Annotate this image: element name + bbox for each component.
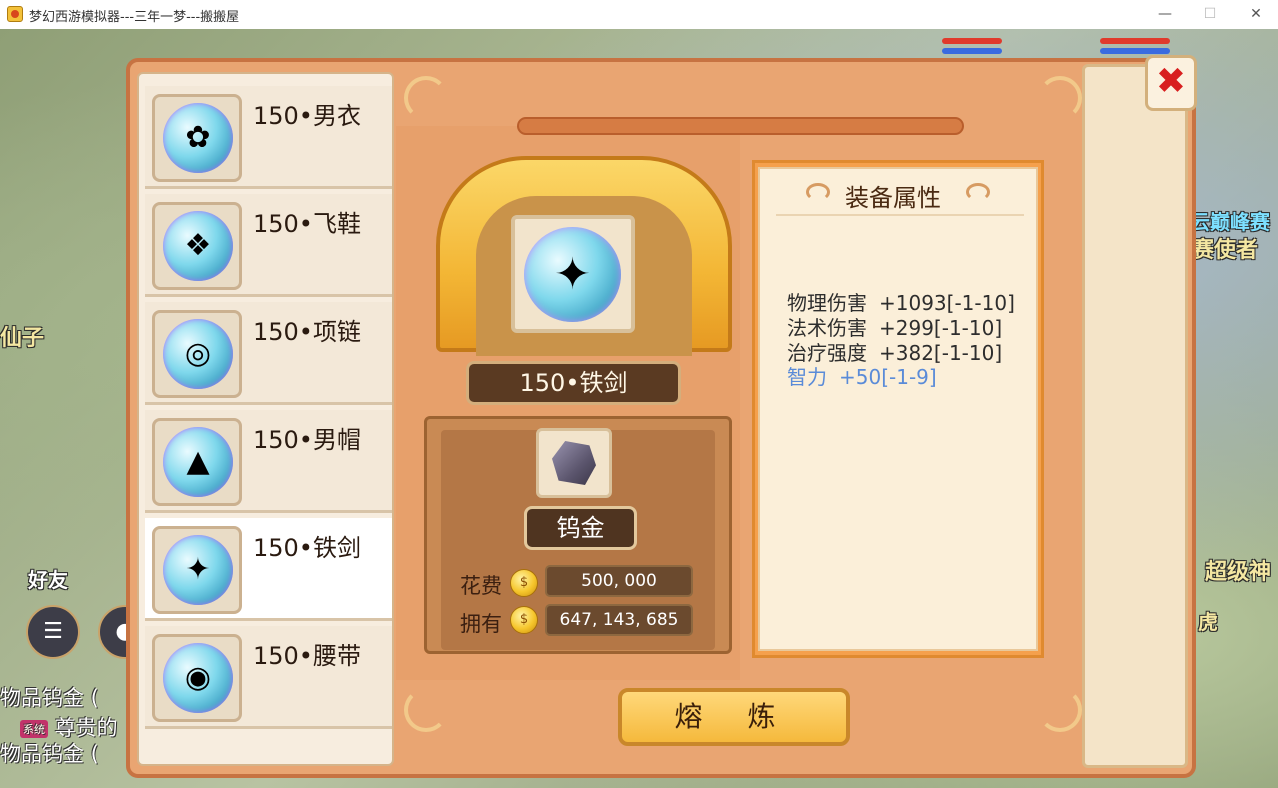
- armor-icon: ✿: [163, 103, 233, 173]
- item-slot: ✦: [152, 526, 242, 614]
- sword-icon: ✦: [524, 227, 621, 322]
- npc-label: 赛使者: [1192, 238, 1259, 263]
- sword-icon: ✦: [163, 535, 233, 605]
- list-item[interactable]: ▲ 150•男帽: [145, 410, 392, 513]
- selected-item-slot[interactable]: ✦: [511, 215, 635, 333]
- swirl-ornament: [806, 183, 830, 201]
- list-item[interactable]: ◉ 150•腰带: [145, 626, 392, 729]
- panel-ornament: [404, 688, 448, 732]
- owned-label: 拥有: [460, 612, 502, 636]
- cost-label: 花费: [460, 574, 502, 598]
- owned-value: 647, 143, 685: [545, 604, 693, 636]
- panel-ornament: [404, 76, 448, 120]
- hp-bar: [942, 38, 1002, 44]
- item-slot: ◎: [152, 310, 242, 398]
- list-item[interactable]: ✿ 150•男衣: [145, 86, 392, 189]
- smelt-button[interactable]: 熔 炼: [618, 688, 850, 746]
- list-item[interactable]: ◎ 150•项链: [145, 302, 392, 405]
- cost-value: 500, 000: [545, 565, 693, 597]
- item-slot: ✿: [152, 94, 242, 182]
- window-title: 梦幻西游模拟器---三年一梦---搬搬屋: [29, 10, 240, 25]
- decorative-rail: [517, 117, 964, 135]
- mp-bar: [942, 48, 1002, 54]
- divider: [776, 214, 1024, 216]
- chat-bubble-icon[interactable]: ☰: [26, 605, 80, 659]
- necklace-icon: ◎: [163, 319, 233, 389]
- npc-label: 超级神: [1205, 560, 1272, 585]
- coin-icon: $: [510, 569, 538, 597]
- minimize-icon[interactable]: —: [1152, 4, 1178, 24]
- pet-mp-bar: [1100, 48, 1170, 54]
- panel-ornament: [1038, 688, 1082, 732]
- npc-label: 虎: [1198, 610, 1218, 634]
- belt-icon: ◉: [163, 643, 233, 713]
- attribute-panel: [758, 167, 1038, 651]
- helmet-icon: ▲: [163, 427, 233, 497]
- list-item-selected[interactable]: ✦ 150•铁剑: [145, 518, 392, 621]
- app-icon: [7, 6, 23, 22]
- panel-ornament: [1038, 76, 1082, 120]
- npc-label: 云巅峰赛: [1190, 210, 1270, 234]
- item-name: 150•男衣: [253, 102, 361, 130]
- friends-button[interactable]: 好友: [28, 564, 68, 593]
- window-titlebar: 梦幻西游模拟器---三年一梦---搬搬屋 — ☐ ✕: [0, 0, 1278, 30]
- system-tag: 系统: [20, 720, 48, 738]
- item-name: 150•铁剑: [253, 534, 361, 562]
- npc-label: 仙子: [0, 326, 45, 351]
- chat-line: 物品钨金 (: [0, 686, 99, 710]
- maximize-icon[interactable]: ☐: [1197, 4, 1223, 24]
- pet-hp-bar: [1100, 38, 1170, 44]
- selected-item-name: 150•铁剑: [466, 361, 681, 405]
- boots-icon: ❖: [163, 211, 233, 281]
- attribute-line-highlight: 智力 +50[-1-9]: [787, 365, 937, 389]
- equipment-list: ✿ 150•男衣 ❖ 150•飞鞋 ◎ 150•项链 ▲ 150•男帽 ✦ 15…: [137, 72, 394, 766]
- attribute-title: 装备属性: [845, 184, 941, 212]
- coin-icon: $: [510, 606, 538, 634]
- chat-line: 物品钨金 (: [0, 742, 99, 766]
- item-name: 150•腰带: [253, 642, 361, 670]
- close-panel-button[interactable]: ✖: [1145, 55, 1197, 111]
- item-name: 150•男帽: [253, 426, 361, 454]
- item-name: 150•项链: [253, 318, 361, 346]
- item-slot: ▲: [152, 418, 242, 506]
- material-slot[interactable]: [536, 428, 612, 498]
- ore-icon: [552, 441, 596, 485]
- side-rail: [1082, 64, 1188, 768]
- item-slot: ◉: [152, 634, 242, 722]
- item-name: 150•飞鞋: [253, 210, 361, 238]
- list-item[interactable]: ❖ 150•飞鞋: [145, 194, 392, 297]
- swirl-ornament: [966, 183, 990, 201]
- item-slot: ❖: [152, 202, 242, 290]
- close-icon[interactable]: ✕: [1243, 4, 1269, 24]
- material-name: 钨金: [524, 506, 637, 550]
